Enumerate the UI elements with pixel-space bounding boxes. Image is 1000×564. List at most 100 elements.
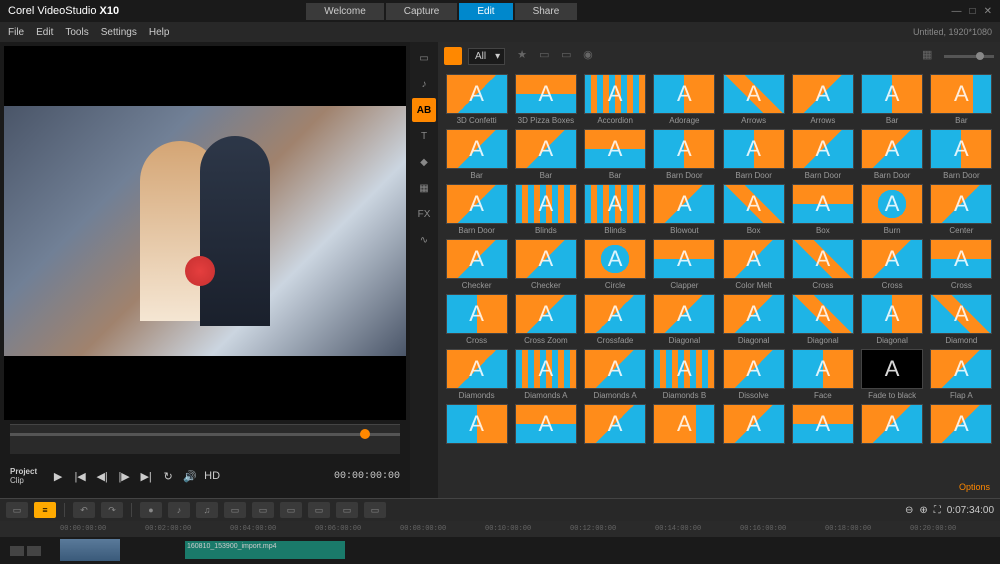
transition-thumb[interactable]: ABar (583, 129, 648, 180)
transition-thumb[interactable]: ABarn Door (652, 129, 717, 180)
goto-end-button[interactable]: ▶| (137, 467, 155, 485)
menu-file[interactable]: File (8, 27, 24, 38)
menu-tools[interactable]: Tools (65, 27, 88, 38)
transition-thumb[interactable]: AFlap A (929, 349, 994, 400)
transition-thumb[interactable]: A (652, 404, 717, 446)
timeline-view-button[interactable]: ≡ (34, 502, 56, 518)
transition-thumb[interactable]: AFade to black (860, 349, 925, 400)
tl-tool-5[interactable]: ▭ (336, 502, 358, 518)
transition-thumb[interactable]: AAccordion (583, 74, 648, 125)
tl-tool-4[interactable]: ▭ (308, 502, 330, 518)
volume-button[interactable]: 🔊 (181, 467, 199, 485)
transition-thumb[interactable]: AArrows (721, 74, 786, 125)
transition-thumb[interactable]: ACross Zoom (513, 294, 578, 345)
transition-thumb[interactable]: ADiagonal (721, 294, 786, 345)
transition-thumb[interactable]: AFace (790, 349, 855, 400)
tl-record-button[interactable]: ● (140, 502, 162, 518)
tab-capture[interactable]: Capture (386, 3, 458, 20)
tl-mixer-button[interactable]: ♪ (168, 502, 190, 518)
fit-icon[interactable]: ⛶ (934, 505, 941, 516)
minimize-icon[interactable]: — (952, 6, 962, 17)
timeline-ruler[interactable]: 00:00:00:0000:02:00:0000:04:00:0000:06:0… (0, 521, 1000, 537)
tl-undo-button[interactable]: ↶ (73, 502, 95, 518)
folder-icon[interactable] (444, 47, 462, 65)
transition-thumb[interactable]: ABarn Door (790, 129, 855, 180)
tl-auto-music-button[interactable]: ♫ (196, 502, 218, 518)
transition-thumb[interactable]: ADiamonds B (652, 349, 717, 400)
transition-thumb[interactable]: AColor Melt (721, 239, 786, 290)
tl-tool-3[interactable]: ▭ (280, 502, 302, 518)
tab-welcome[interactable]: Welcome (306, 3, 384, 20)
transition-thumb[interactable]: AClapper (652, 239, 717, 290)
transition-thumb[interactable]: ADiamond (929, 294, 994, 345)
transition-thumb[interactable]: ABlowout (652, 184, 717, 235)
transition-thumb[interactable]: ABox (790, 184, 855, 235)
vtab-fx[interactable]: FX (412, 202, 436, 226)
prev-frame-button[interactable]: ◀| (93, 467, 111, 485)
transition-thumb[interactable]: A3D Pizza Boxes (513, 74, 578, 125)
vtab-filter[interactable]: ▦ (412, 176, 436, 200)
preview-timecode[interactable]: 00:00:00:00 (334, 471, 400, 482)
tl-tool-1[interactable]: ▭ (224, 502, 246, 518)
transition-thumb[interactable]: ADissolve (721, 349, 786, 400)
transition-thumb[interactable]: ABlinds (583, 184, 648, 235)
transition-thumb[interactable]: A3D Confetti (444, 74, 509, 125)
transition-thumb[interactable]: ADiagonal (652, 294, 717, 345)
transition-thumb[interactable]: ACrossfade (583, 294, 648, 345)
vtab-transitions[interactable]: AB (412, 98, 436, 122)
transition-thumb[interactable]: ADiamonds (444, 349, 509, 400)
preview-viewport[interactable] (4, 46, 406, 420)
transition-thumb[interactable]: ADiamonds A (583, 349, 648, 400)
transition-thumb[interactable]: ACross (860, 239, 925, 290)
library-filter-dropdown[interactable]: All (468, 48, 505, 65)
transition-thumb[interactable]: ABar (513, 129, 578, 180)
transition-thumb[interactable]: A (444, 404, 509, 446)
tl-tool-6[interactable]: ▭ (364, 502, 386, 518)
tab-edit[interactable]: Edit (459, 3, 512, 20)
timeline-clip[interactable]: 160810_153900_import.mp4 (185, 541, 345, 559)
transition-thumb[interactable]: ABlinds (513, 184, 578, 235)
transition-thumb[interactable]: ABar (444, 129, 509, 180)
tl-redo-button[interactable]: ↷ (101, 502, 123, 518)
transition-thumb[interactable]: ACross (929, 239, 994, 290)
transition-thumb[interactable]: AArrows (790, 74, 855, 125)
transition-thumb[interactable]: A (513, 404, 578, 446)
transition-thumb[interactable]: A (790, 404, 855, 446)
maximize-icon[interactable]: □ (970, 6, 976, 17)
options-link[interactable]: Options (438, 482, 1000, 498)
thumb-size-slider[interactable] (944, 55, 994, 58)
zoom-in-icon[interactable]: ⊕ (919, 505, 927, 516)
transition-thumb[interactable]: ACircle (583, 239, 648, 290)
transition-thumb[interactable]: ACross (790, 239, 855, 290)
gallery-icon[interactable]: ▦ (922, 48, 938, 64)
loop-button[interactable]: ↻ (159, 467, 177, 485)
transition-thumb[interactable]: AChecker (513, 239, 578, 290)
transition-thumb[interactable]: A (860, 404, 925, 446)
menu-settings[interactable]: Settings (101, 27, 137, 38)
transition-thumb[interactable]: AChecker (444, 239, 509, 290)
transition-thumb[interactable]: ADiagonal (860, 294, 925, 345)
transition-thumb[interactable]: ACenter (929, 184, 994, 235)
next-frame-button[interactable]: |▶ (115, 467, 133, 485)
transition-thumb[interactable]: ABarn Door (721, 129, 786, 180)
transition-thumb[interactable]: ACross (444, 294, 509, 345)
vtab-media[interactable]: ▭ (412, 46, 436, 70)
transition-thumb[interactable]: ABarn Door (860, 129, 925, 180)
goto-start-button[interactable]: |◀ (71, 467, 89, 485)
lib-icon-1[interactable]: ▭ (539, 48, 555, 64)
vtab-title[interactable]: T (412, 124, 436, 148)
lib-icon-2[interactable]: ▭ (561, 48, 577, 64)
fav-icon[interactable]: ★ (517, 48, 533, 64)
timeline-clip-thumb[interactable] (60, 539, 120, 561)
track-header[interactable] (0, 537, 50, 564)
transition-thumb[interactable]: ADiagonal (790, 294, 855, 345)
transition-thumb[interactable]: ABox (721, 184, 786, 235)
scrub-handle[interactable] (360, 429, 370, 439)
vtab-graphic[interactable]: ◆ (412, 150, 436, 174)
storyboard-view-button[interactable]: ▭ (6, 502, 28, 518)
vtab-path[interactable]: ∿ (412, 228, 436, 252)
transition-thumb[interactable]: ABar (929, 74, 994, 125)
transition-thumb[interactable]: ADiamonds A (513, 349, 578, 400)
transition-thumb[interactable]: ABar (860, 74, 925, 125)
play-button[interactable]: ▶ (49, 467, 67, 485)
